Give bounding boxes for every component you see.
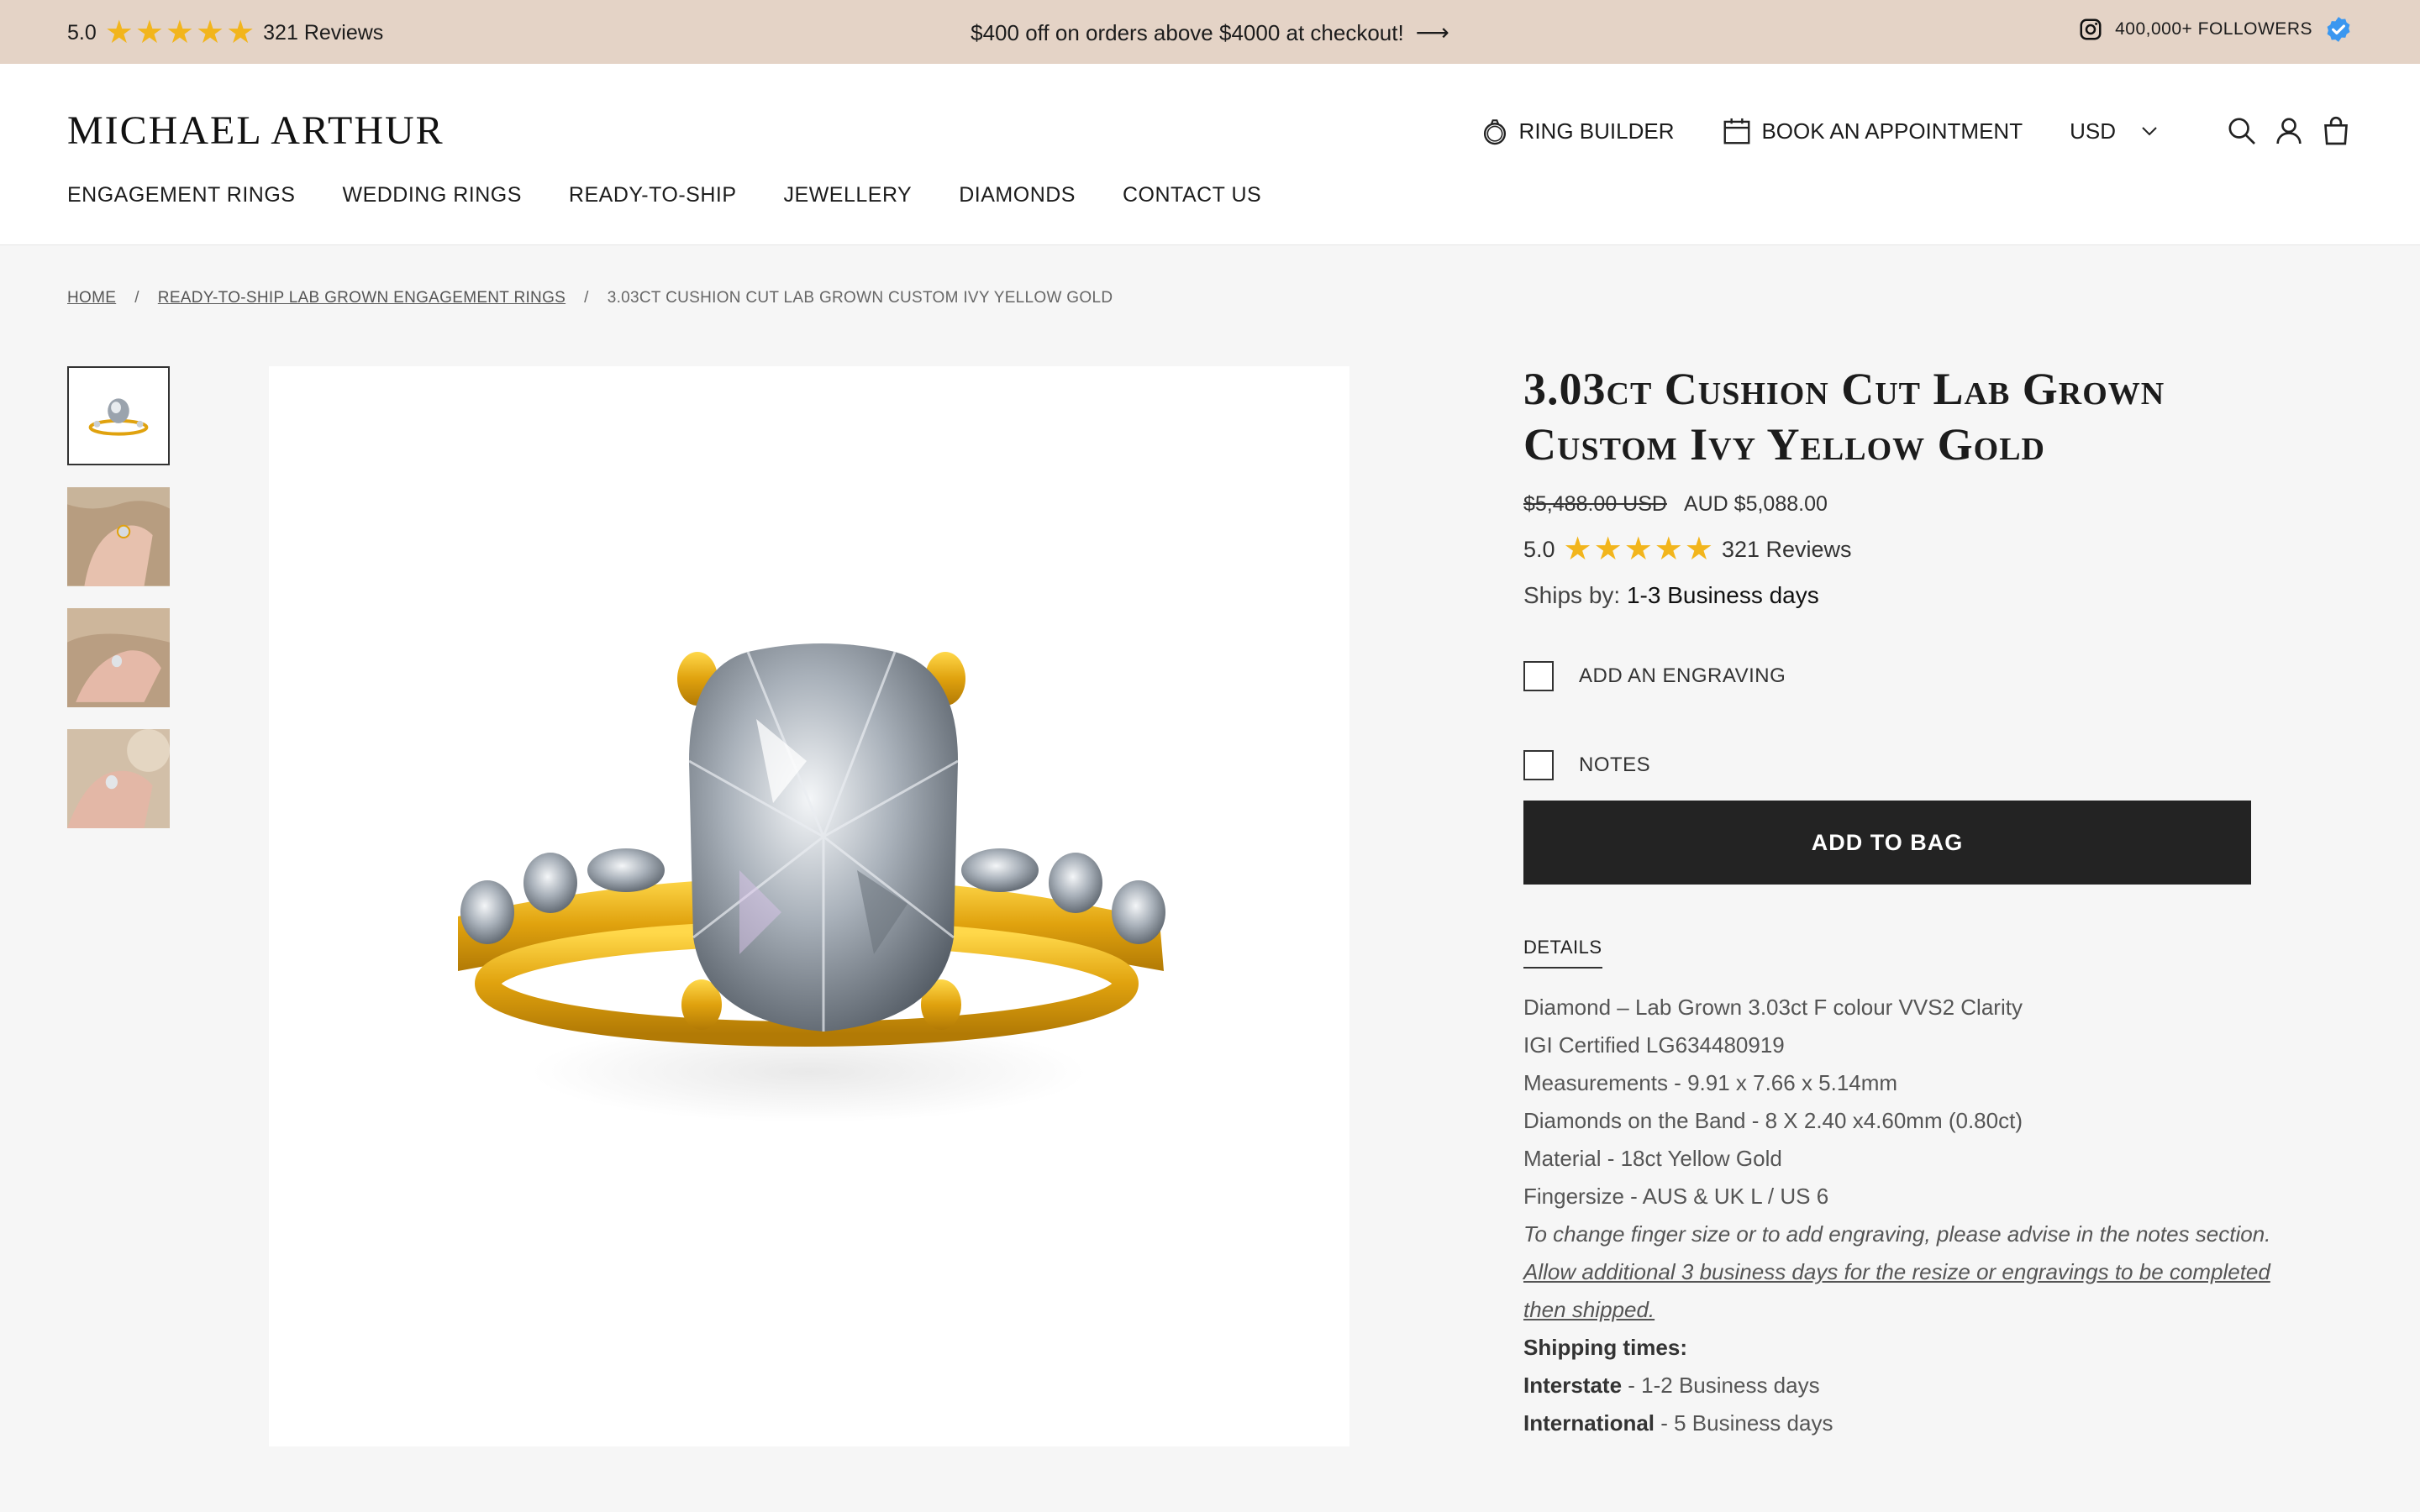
interstate-shipping: Interstate - 1-2 Business days xyxy=(1523,1367,2280,1404)
ships-label: Ships by: xyxy=(1523,582,1621,608)
international-label: International xyxy=(1523,1410,1655,1436)
calendar-icon xyxy=(1724,118,1750,144)
detail-line: Diamond – Lab Grown 3.03ct F colour VVS2… xyxy=(1523,995,2023,1020)
promo-message[interactable]: $400 off on orders above $4000 at checko… xyxy=(0,18,2420,46)
nav-diamonds[interactable]: DIAMONDS xyxy=(959,183,1076,207)
tab-details[interactable]: DETAILS xyxy=(1523,937,1602,969)
engraving-checkbox[interactable] xyxy=(1523,661,1554,691)
thumbnail-4[interactable] xyxy=(67,729,170,828)
nav-wedding-rings[interactable]: WEDDING RINGS xyxy=(342,183,521,207)
followers-count: 400,000+ FOLLOWERS xyxy=(2115,19,2312,39)
site-logo[interactable]: MICHAEL ARTHUR xyxy=(67,108,445,154)
ring-builder-link[interactable]: RING BUILDER xyxy=(1479,115,1675,147)
search-icon[interactable] xyxy=(2225,114,2259,148)
breadcrumb-category[interactable]: READY-TO-SHIP LAB GROWN ENGAGEMENT RINGS xyxy=(158,289,566,307)
book-appointment-label: BOOK AN APPOINTMENT xyxy=(1761,118,2023,144)
thumbnail-gallery xyxy=(67,366,170,828)
detail-line: Diamonds on the Band - 8 X 2.40 x4.60mm … xyxy=(1523,1108,2023,1133)
nav-engagement-rings[interactable]: ENGAGEMENT RINGS xyxy=(67,183,295,207)
detail-line: Measurements - 9.91 x 7.66 x 5.14mm xyxy=(1523,1070,1898,1095)
notes-checkbox[interactable] xyxy=(1523,750,1554,780)
compare-at-price: $5,488.00 USD xyxy=(1523,492,1667,516)
site-header: MICHAEL ARTHUR RING BUILDER BOOK AN APPO… xyxy=(0,64,2420,245)
ring-thumbnail-image xyxy=(69,368,168,464)
breadcrumb-home[interactable]: HOME xyxy=(67,289,116,307)
ring-product-illustration xyxy=(458,643,1165,1122)
account-icon[interactable] xyxy=(2272,114,2306,148)
star-rating-icon: ★ ★ ★ ★ ★ xyxy=(1563,532,1713,567)
ring-icon xyxy=(1483,119,1506,145)
announcement-bar: 5.0 ★ ★ ★ ★ ★ 321 Reviews $400 off on orders… xyxy=(0,0,2420,64)
detail-line: Material - 18ct Yellow Gold xyxy=(1523,1146,1782,1171)
breadcrumb: HOME / READY-TO-SHIP LAB GROWN ENGAGEMEN… xyxy=(67,289,1113,307)
thumbnail-2[interactable] xyxy=(67,487,170,586)
utility-nav: RING BUILDER BOOK AN APPOINTMENT USD xyxy=(1479,113,2353,150)
product-title: 3.03ct Cushion Cut Lab Grown Custom Ivy … xyxy=(1523,361,2280,472)
ships-value: 1-3 Business days xyxy=(1626,582,1819,608)
detail-line: Fingersize - AUS & UK L / US 6 xyxy=(1523,1184,1829,1209)
product-rating[interactable]: 5.0 ★ ★ ★ ★ ★ 321 Reviews xyxy=(1523,533,2280,565)
breadcrumb-separator: / xyxy=(134,289,139,307)
chevron-down-icon xyxy=(2142,127,2157,136)
price-row: $5,488.00 USD AUD $5,088.00 xyxy=(1523,492,2280,517)
breadcrumb-current: 3.03CT CUSHION CUT LAB GROWN CUSTOM IVY … xyxy=(607,289,1113,307)
international-value: - 5 Business days xyxy=(1655,1410,1833,1436)
arrow-right-icon: ⟶ xyxy=(1415,19,1449,45)
engraving-label: ADD AN ENGRAVING xyxy=(1579,664,1786,687)
instagram-followers[interactable]: 400,000+ FOLLOWERS xyxy=(2078,15,2353,44)
hand-photo-thumbnail xyxy=(67,487,170,586)
resize-delay-note: Allow additional 3 business days for the… xyxy=(1523,1259,2270,1322)
engraving-option[interactable]: ADD AN ENGRAVING xyxy=(1523,661,2280,691)
detail-line: IGI Certified LG634480919 xyxy=(1523,1032,1785,1058)
product-rating-score: 5.0 xyxy=(1523,536,1555,562)
book-appointment-link[interactable]: BOOK AN APPOINTMENT xyxy=(1721,115,2023,147)
thumbnail-1[interactable] xyxy=(67,366,170,465)
shopping-bag-icon[interactable] xyxy=(2319,114,2353,148)
main-product-image[interactable] xyxy=(269,366,1349,1446)
product-reviews-count: 321 Reviews xyxy=(1721,536,1852,562)
add-to-bag-button[interactable]: ADD TO BAG xyxy=(1523,801,2251,885)
interstate-label: Interstate xyxy=(1523,1373,1623,1398)
international-shipping: International - 5 Business days xyxy=(1523,1404,2280,1442)
shipping-estimate: Ships by: 1-3 Business days xyxy=(1523,582,2280,609)
instagram-icon xyxy=(2080,18,2102,40)
product-info: 3.03ct Cushion Cut Lab Grown Custom Ivy … xyxy=(1523,361,2280,1442)
notes-option[interactable]: NOTES xyxy=(1523,750,2280,780)
main-nav: ENGAGEMENT RINGS WEDDING RINGS READY-TO-… xyxy=(67,183,1261,207)
nav-ready-to-ship[interactable]: READY-TO-SHIP xyxy=(569,183,737,207)
interstate-value: - 1-2 Business days xyxy=(1622,1373,1820,1398)
product-title-line2: Custom Ivy Yellow Gold xyxy=(1523,419,2045,470)
currency-selector[interactable]: USD xyxy=(2070,118,2160,144)
notes-label: NOTES xyxy=(1579,753,1651,776)
shipping-heading: Shipping times: xyxy=(1523,1335,1687,1360)
sale-price: AUD $5,088.00 xyxy=(1683,492,1828,516)
product-details: Diamond – Lab Grown 3.03ct F colour VVS2… xyxy=(1523,989,2280,1442)
nav-jewellery[interactable]: JEWELLERY xyxy=(784,183,913,207)
thumbnail-3[interactable] xyxy=(67,608,170,707)
hand-photo-thumbnail xyxy=(67,729,170,828)
resize-note: To change finger size or to add engravin… xyxy=(1523,1221,2271,1247)
breadcrumb-separator: / xyxy=(584,289,589,307)
nav-contact-us[interactable]: CONTACT US xyxy=(1123,183,1261,207)
promo-text: $400 off on orders above $4000 at checko… xyxy=(971,20,1404,45)
ring-builder-label: RING BUILDER xyxy=(1518,118,1675,144)
product-title-line1: 3.03ct Cushion Cut Lab Grown xyxy=(1523,364,2165,414)
verified-badge-icon xyxy=(2327,17,2350,42)
currency-value: USD xyxy=(2070,118,2116,144)
hand-photo-thumbnail xyxy=(67,608,170,707)
